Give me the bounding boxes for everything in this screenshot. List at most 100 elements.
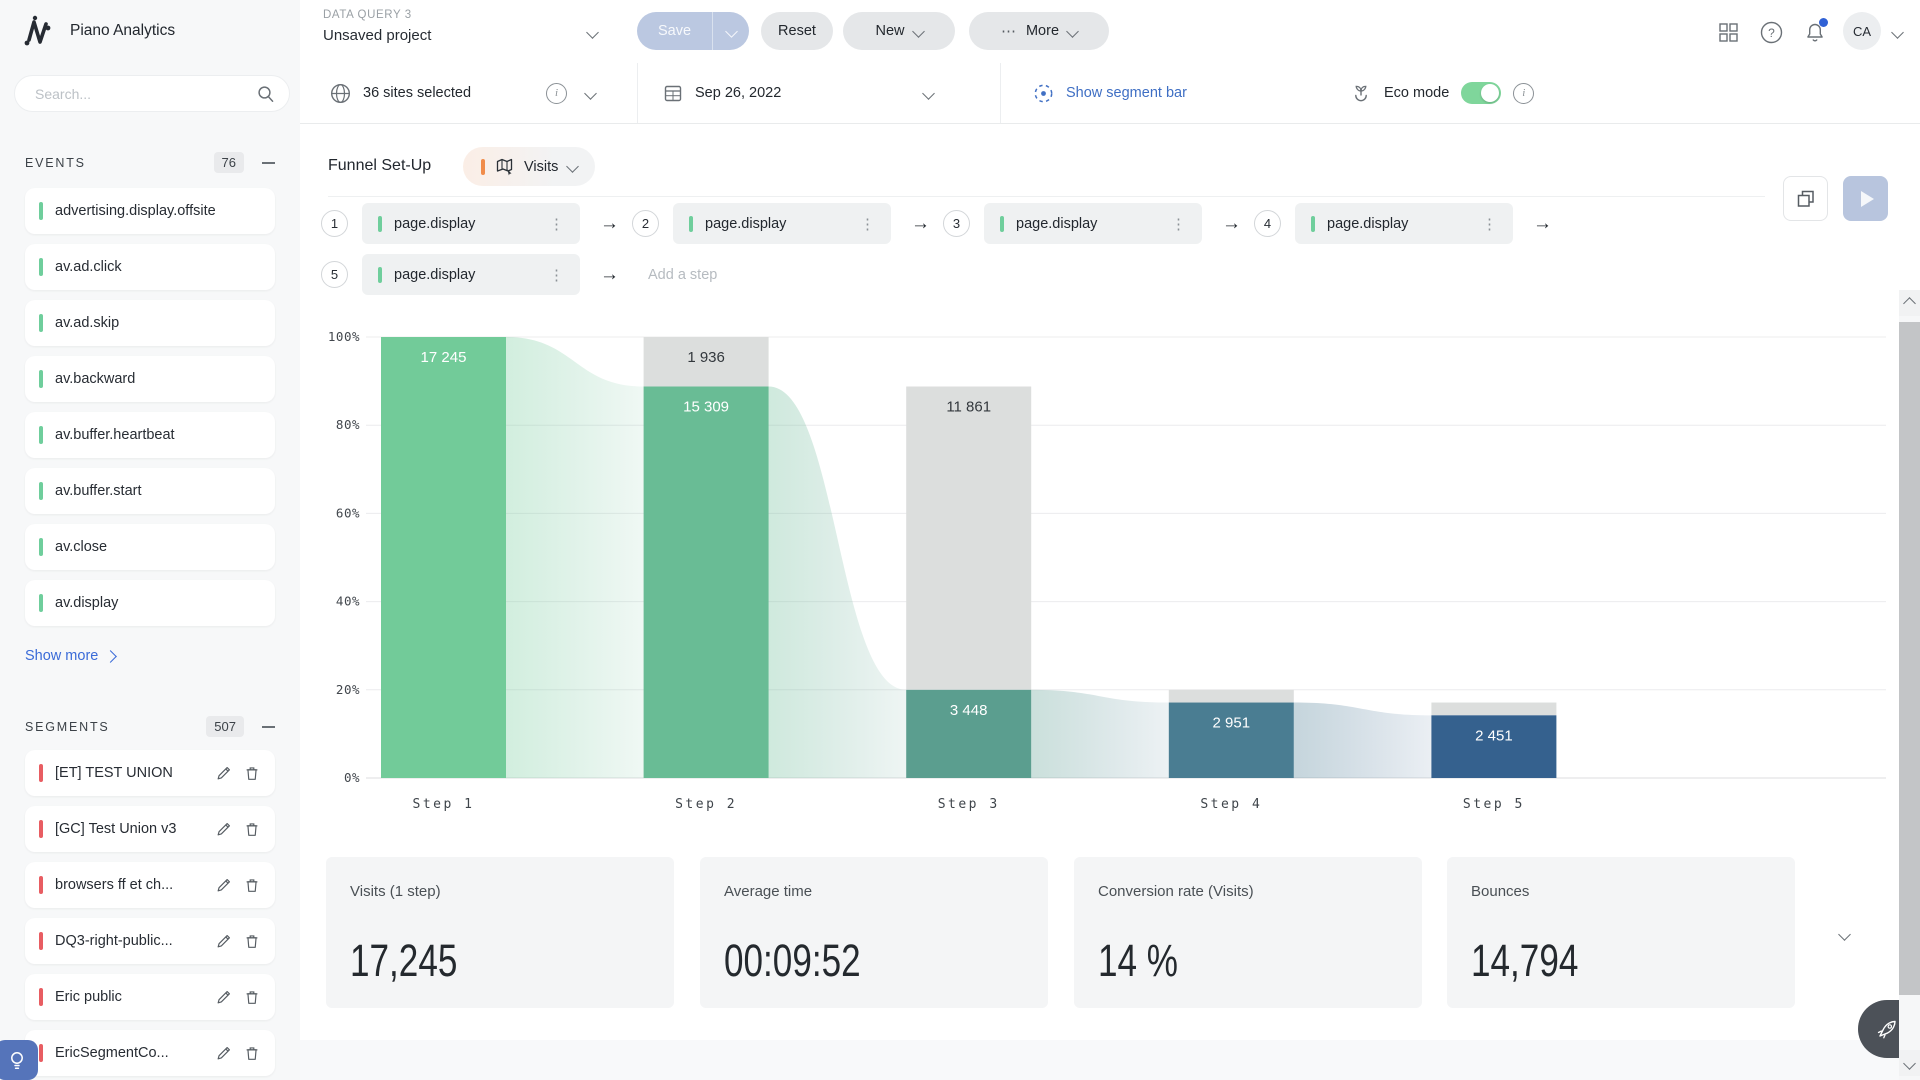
- event-list-item[interactable]: av.display: [25, 580, 275, 626]
- x-axis-label: Step 3: [938, 797, 1000, 812]
- funnel-step-chip[interactable]: page.display ⋮: [362, 254, 580, 295]
- search-input[interactable]: [33, 85, 257, 103]
- kebab-menu-icon[interactable]: ⋮: [1167, 215, 1190, 233]
- funnel-drop-step-5[interactable]: [1431, 703, 1556, 716]
- delete-trash-icon[interactable]: [243, 820, 261, 838]
- drop-value-label: 11 861: [946, 399, 991, 416]
- edit-pencil-icon[interactable]: [215, 764, 233, 782]
- scroll-up-button[interactable]: [1899, 290, 1920, 316]
- save-button[interactable]: Save: [637, 12, 749, 50]
- delete-trash-icon[interactable]: [243, 876, 261, 894]
- arrow-right-icon: →: [1222, 213, 1241, 235]
- sites-chevron[interactable]: [586, 63, 595, 123]
- more-button[interactable]: ⋯ More: [969, 12, 1109, 50]
- segments-count-badge: 507: [206, 716, 244, 737]
- segment-list-item[interactable]: Eric public: [25, 974, 275, 1020]
- funnel-steps-row-1: 1 page.display ⋮ → 2 page.display ⋮ → 3 …: [321, 203, 1565, 244]
- event-color-bar: [39, 594, 43, 612]
- edit-pencil-icon[interactable]: [215, 988, 233, 1006]
- events-collapse-icon[interactable]: [262, 156, 275, 169]
- event-color-bar: [39, 370, 43, 388]
- kebab-menu-icon[interactable]: ⋮: [856, 215, 879, 233]
- event-list-item[interactable]: av.buffer.start: [25, 468, 275, 514]
- segment-color-bar: [39, 1044, 43, 1062]
- date-picker[interactable]: Sep 26, 2022: [663, 63, 781, 123]
- site-selector[interactable]: 36 sites selected: [330, 63, 471, 123]
- user-avatar[interactable]: CA: [1843, 12, 1881, 50]
- segment-list-item[interactable]: [GC] Test Union v3: [25, 806, 275, 852]
- reset-button[interactable]: Reset: [761, 12, 833, 50]
- segment-list-item[interactable]: [ET] TEST UNION: [25, 750, 275, 796]
- y-axis-label: 20%: [336, 682, 360, 697]
- event-list-item[interactable]: av.ad.skip: [25, 300, 275, 346]
- help-button[interactable]: ?: [1759, 20, 1783, 44]
- new-button[interactable]: New: [843, 12, 955, 50]
- sites-info[interactable]: i: [546, 63, 567, 123]
- duplicate-funnel-button[interactable]: [1783, 176, 1828, 221]
- scrollbar-thumb[interactable]: [1899, 322, 1920, 995]
- funnel-step-chip[interactable]: page.display ⋮: [362, 203, 580, 244]
- event-list-item[interactable]: av.backward: [25, 356, 275, 402]
- segment-list-item[interactable]: EricSegmentCo...: [25, 1030, 275, 1076]
- funnel-drop-step-3[interactable]: [906, 387, 1031, 690]
- arrow-right-icon: →: [911, 213, 930, 235]
- apps-grid-button[interactable]: [1716, 20, 1740, 44]
- delete-trash-icon[interactable]: [243, 988, 261, 1006]
- edit-pencil-icon[interactable]: [215, 820, 233, 838]
- help-icon: ?: [1760, 21, 1783, 44]
- funnel-drop-step-4[interactable]: [1169, 690, 1294, 703]
- toggle-knob: [1481, 84, 1499, 102]
- run-funnel-button[interactable]: [1843, 176, 1888, 221]
- save-label: Save: [637, 23, 712, 39]
- event-list-item[interactable]: advertising.display.offsite: [25, 188, 275, 234]
- funnel-step-chip[interactable]: page.display ⋮: [673, 203, 891, 244]
- funnel-bar-step-5[interactable]: [1431, 715, 1556, 778]
- kebab-menu-icon[interactable]: ⋮: [545, 266, 568, 284]
- date-chevron[interactable]: [924, 63, 933, 123]
- arrow-right-icon: →: [1533, 213, 1552, 235]
- event-list-item[interactable]: av.close: [25, 524, 275, 570]
- funnel-title: Funnel Set-Up: [328, 157, 431, 175]
- eco-mode-toggle[interactable]: [1461, 82, 1501, 104]
- edit-pencil-icon[interactable]: [215, 932, 233, 950]
- scroll-down-button[interactable]: [1899, 1050, 1920, 1076]
- funnel-step: 5 page.display ⋮: [321, 254, 580, 295]
- show-segment-bar-link[interactable]: Show segment bar: [1033, 63, 1187, 123]
- delete-trash-icon[interactable]: [243, 932, 261, 950]
- delete-trash-icon[interactable]: [243, 1044, 261, 1062]
- edit-pencil-icon[interactable]: [215, 876, 233, 894]
- funnel-step: 1 page.display ⋮: [321, 203, 580, 244]
- search-box[interactable]: [14, 75, 290, 112]
- segment-list-item[interactable]: browsers ff et ch...: [25, 862, 275, 908]
- delete-trash-icon[interactable]: [243, 764, 261, 782]
- funnel-step-chip[interactable]: page.display ⋮: [1295, 203, 1513, 244]
- globe-icon: [330, 83, 351, 104]
- hints-lightbulb-button[interactable]: [0, 1040, 38, 1080]
- event-color-bar: [39, 314, 43, 332]
- notifications-button[interactable]: [1803, 20, 1827, 44]
- more-label: More: [1026, 23, 1059, 39]
- bar-value-label: 3 448: [950, 702, 988, 719]
- cards-collapse-chevron-icon[interactable]: [1838, 928, 1851, 941]
- edit-pencil-icon[interactable]: [215, 1044, 233, 1062]
- add-step-placeholder[interactable]: Add a step: [648, 267, 717, 283]
- segments-collapse-icon[interactable]: [262, 720, 275, 733]
- event-list-item[interactable]: av.ad.click: [25, 244, 275, 290]
- metric-selector[interactable]: Visits: [463, 147, 595, 186]
- save-chevron-down-icon[interactable]: [725, 25, 738, 38]
- segment-label: browsers ff et ch...: [55, 877, 205, 893]
- segments-section-header: SEGMENTS 507: [25, 716, 275, 737]
- segment-color-bar: [39, 876, 43, 894]
- funnel-bar-step-2[interactable]: [644, 387, 769, 778]
- funnel-step-chip[interactable]: page.display ⋮: [984, 203, 1202, 244]
- lightbulb-icon: [5, 1048, 29, 1072]
- segment-list-item[interactable]: DQ3-right-public...: [25, 918, 275, 964]
- kebab-menu-icon[interactable]: ⋮: [545, 215, 568, 233]
- funnel-bar-step-1[interactable]: [381, 337, 506, 778]
- event-color-bar: [39, 538, 43, 556]
- eco-info-icon[interactable]: i: [1513, 83, 1534, 104]
- event-list-item[interactable]: av.buffer.heartbeat: [25, 412, 275, 458]
- new-chevron-down-icon: [912, 25, 925, 38]
- kebab-menu-icon[interactable]: ⋮: [1478, 215, 1501, 233]
- show-more-link[interactable]: Show more: [25, 648, 115, 664]
